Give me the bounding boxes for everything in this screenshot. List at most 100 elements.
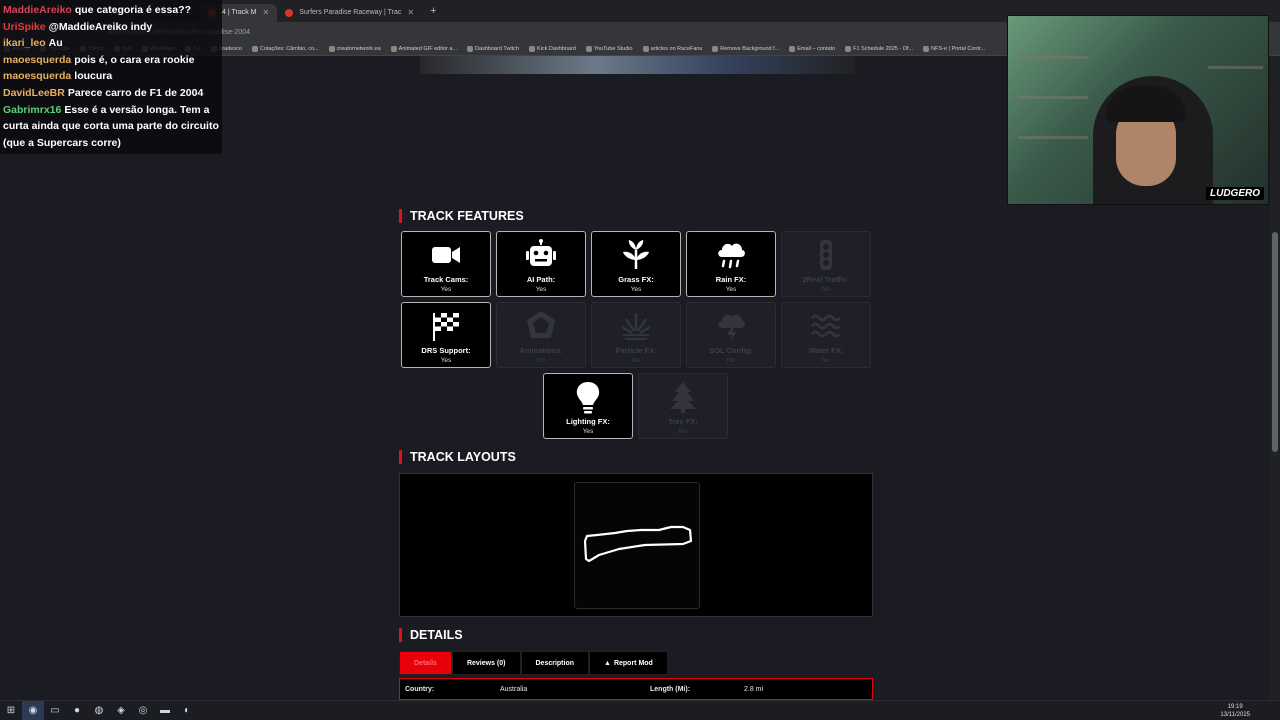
feature-track-cams: Track Cams: Yes xyxy=(401,231,491,297)
feature-label: 2Real Traffic: xyxy=(802,275,850,284)
details-tabs: Details Reviews (0) Description ▲ Report … xyxy=(399,651,668,675)
bookmark-item[interactable]: NFS-e | Portal Contr... xyxy=(923,45,985,52)
country-value: Australia xyxy=(500,685,528,693)
feature-animations: Animations: No xyxy=(496,302,586,368)
chat-text: que categoria é essa?? xyxy=(74,4,191,16)
feature-rain-fx: Rain FX: Yes xyxy=(686,231,776,297)
layout-card[interactable] xyxy=(574,482,700,609)
bookmark-favicon-icon xyxy=(467,45,474,52)
bookmark-item[interactable]: Email – contato xyxy=(789,45,835,52)
video-camera-icon xyxy=(432,247,460,263)
windows-start-icon[interactable]: ⊞ xyxy=(0,701,22,720)
chat-username: UriSpike xyxy=(3,20,46,33)
folder-app-icon[interactable]: ▭ xyxy=(44,701,66,720)
chat-username: ikari_leo xyxy=(3,37,46,50)
bookmark-favicon-icon xyxy=(251,45,258,52)
bookmark-item[interactable]: F1 Schedule 2025 - Of... xyxy=(845,45,913,52)
close-tab-icon[interactable]: ✕ xyxy=(263,8,270,17)
tab-description[interactable]: Description xyxy=(520,651,590,675)
app-icon[interactable]: ▬ xyxy=(154,701,176,720)
feature-sol-config: SOL Config: No xyxy=(686,302,776,368)
chat-message: maoesquerda pois é, o cara era rookie xyxy=(3,52,219,69)
plant-icon xyxy=(623,240,649,269)
tab-label: Surfers Paradise Raceway | Trac xyxy=(299,9,402,16)
chat-message: UriSpike @MaddieAreiko indy xyxy=(3,19,219,36)
chat-message: DavidLeeBR Parece carro de F1 de 2004 xyxy=(3,85,219,102)
track-map-icon xyxy=(583,525,693,563)
scrollbar-thumb[interactable] xyxy=(1272,232,1278,452)
feature-label: Animations: xyxy=(519,346,563,355)
feature-label: Track Cams: xyxy=(423,275,469,284)
traffic-light-icon xyxy=(820,240,832,270)
bookmark-item[interactable]: Dashboard Twitch xyxy=(467,45,519,52)
length-label: Length (Mi): xyxy=(650,685,691,693)
feature-tree-fx: Tree FX: No xyxy=(638,373,728,439)
chat-username: maoesquerda xyxy=(3,53,72,66)
bookmark-favicon-icon xyxy=(712,45,719,52)
streamer-logo: LUDGERO xyxy=(1206,187,1264,200)
bookmark-item[interactable]: Cotações: Câmbio, co... xyxy=(251,45,319,52)
whatsapp-app-icon[interactable]: ◍ xyxy=(88,701,110,720)
feature-label: Rain FX: xyxy=(715,275,747,284)
tab-label: 4 | Track M xyxy=(222,9,257,16)
bookmark-item[interactable]: Kick Dashboard xyxy=(528,45,576,52)
chat-text: pois é, o cara era rookie xyxy=(74,53,195,66)
app-icon[interactable]: ◈ xyxy=(110,701,132,720)
chat-message: Gabrimrx16 Esse é a versão longa. Tem a c… xyxy=(3,102,219,152)
feature-label: Grass FX: xyxy=(618,275,654,284)
feature-value: No xyxy=(821,286,831,293)
bookmark-favicon-icon xyxy=(845,45,852,52)
bookmark-favicon-icon xyxy=(642,45,649,52)
new-tab-button[interactable]: + xyxy=(422,5,444,17)
checkered-flag-icon xyxy=(433,313,459,341)
feature-label: SOL Config: xyxy=(709,346,753,355)
feature-label: Particle FX: xyxy=(615,346,657,355)
feature-value: No xyxy=(678,428,688,435)
rain-cloud-icon xyxy=(718,243,745,269)
bookmark-item[interactable]: Animated GIF editor a... xyxy=(390,45,457,52)
feature-value: Yes xyxy=(725,286,737,293)
chat-username: DavidLeeBR xyxy=(3,86,65,99)
streamer-cap xyxy=(1106,86,1186,122)
chat-message: maoesquerda loucura xyxy=(3,68,219,85)
length-value: 2.8 mi xyxy=(744,685,764,693)
tab-details[interactable]: Details xyxy=(399,651,452,675)
chat-text: Parece carro de F1 de 2004 xyxy=(67,86,204,99)
bookmark-item[interactable]: Remove Background f... xyxy=(712,45,779,52)
feature-value: No xyxy=(536,357,546,364)
browser-tab[interactable]: Surfers Paradise Raceway | Trac ✕ xyxy=(277,4,422,22)
page-scrollbar[interactable] xyxy=(1270,56,1280,700)
feature-label: AI Path: xyxy=(526,275,556,284)
feature-value: No xyxy=(821,357,831,364)
bookmark-favicon-icon xyxy=(923,45,930,52)
feature-label: Lighting FX: xyxy=(566,417,610,426)
feature-value: Yes xyxy=(582,428,594,435)
water-waves-icon xyxy=(810,314,842,338)
feature-grass-fx: Grass FX: Yes xyxy=(591,231,681,297)
app-icon[interactable]: ● xyxy=(66,701,88,720)
tab-report-mod[interactable]: ▲ Report Mod xyxy=(589,651,668,675)
tab-favicon xyxy=(285,8,294,17)
webcam-overlay: LUDGERO xyxy=(1007,15,1269,205)
chat-text: @MaddieAreiko indy xyxy=(48,20,153,33)
stream-chat-overlay: MaddieAreiko que categoria é essa?? UriSpi… xyxy=(0,0,222,154)
app-icon[interactable]: ◎ xyxy=(132,701,154,720)
tab-reviews[interactable]: Reviews (0) xyxy=(451,651,521,675)
steam-app-icon[interactable]: ◐ xyxy=(176,701,198,720)
robot-icon xyxy=(526,239,556,266)
close-tab-icon[interactable]: ✕ xyxy=(407,8,414,17)
browser-app-icon[interactable]: ◉ xyxy=(22,700,44,720)
feature-real-traffic: 2Real Traffic: No xyxy=(781,231,871,297)
burst-icon xyxy=(621,313,651,340)
taskbar-clock[interactable]: 19:19 13/11/2025 xyxy=(1220,703,1250,719)
feature-lighting-fx: Lighting FX: Yes xyxy=(543,373,633,439)
bookmark-item[interactable]: YouTube Studio xyxy=(585,45,633,52)
bookmark-item[interactable]: articles on RaceFans xyxy=(642,45,702,52)
lightbulb-icon xyxy=(576,382,600,414)
bookmark-item[interactable]: creatornetwork.ea xyxy=(328,45,381,52)
feature-value: Yes xyxy=(630,286,642,293)
bookmark-favicon-icon xyxy=(390,45,397,52)
track-layouts-panel xyxy=(399,473,873,617)
bookmark-favicon-icon xyxy=(585,45,592,52)
warning-icon: ▲ xyxy=(604,659,611,667)
